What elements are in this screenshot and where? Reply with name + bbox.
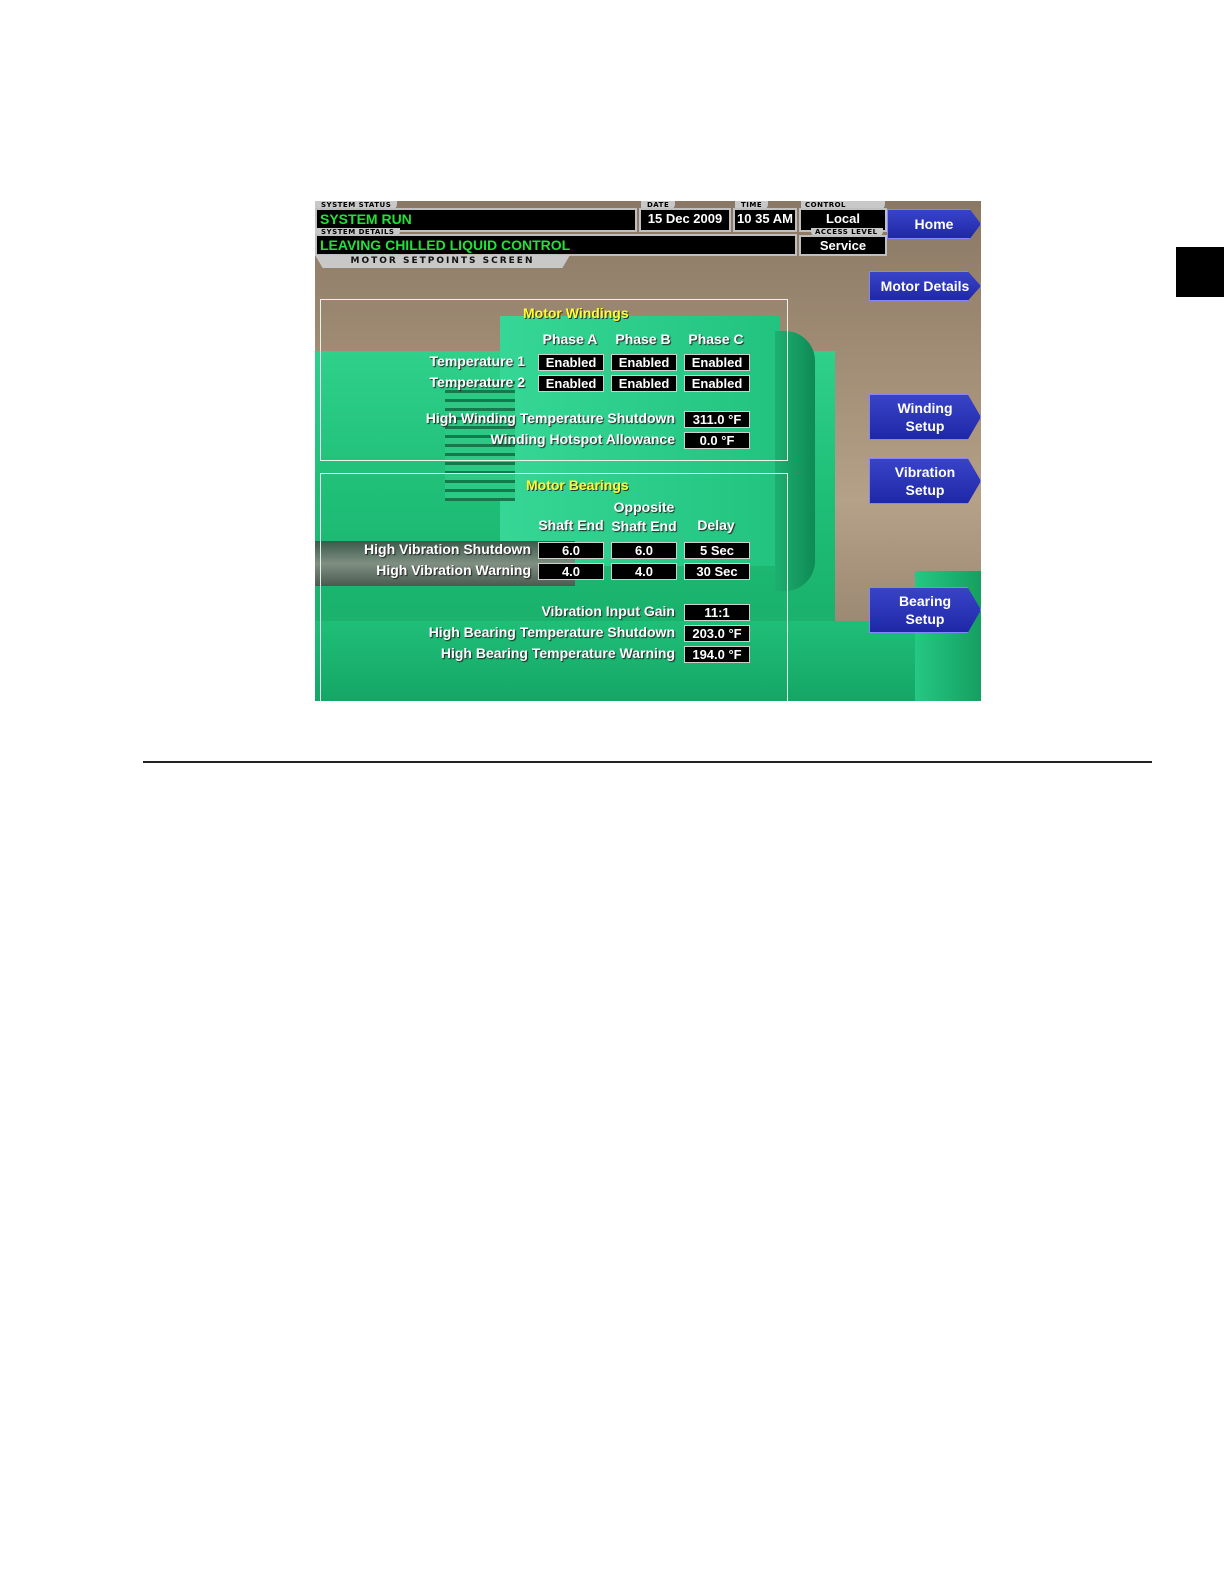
temp1-phase-c-value[interactable]: Enabled — [684, 354, 750, 371]
temperature-2-label: Temperature 2 — [429, 374, 525, 390]
bearing-temp-shutdown-label: High Bearing Temperature Shutdown — [428, 624, 675, 640]
opposite-header-line2: Shaft End — [611, 518, 677, 534]
date-value: 15 Dec 2009 — [647, 211, 723, 226]
access-level-value: Service — [819, 238, 867, 253]
vib-warning-shaft-end-value[interactable]: 4.0 — [538, 563, 604, 580]
vib-warning-delay-value[interactable]: 30 Sec — [684, 563, 750, 580]
bearing-setup-label-1: Bearing — [898, 593, 952, 609]
bearing-setup-button[interactable]: Bearing Setup — [869, 587, 981, 633]
access-level-box: Service — [799, 235, 887, 256]
temp2-phase-b-value[interactable]: Enabled — [611, 375, 677, 392]
bearing-temp-warning-value[interactable]: 194.0 °F — [684, 646, 750, 663]
motor-bearings-panel — [320, 473, 788, 701]
date-box: 15 Dec 2009 — [639, 208, 731, 232]
phase-b-header: Phase B — [615, 331, 671, 347]
winding-shutdown-value[interactable]: 311.0 °F — [684, 411, 750, 428]
hmi-screen: SYSTEM STATUS SYSTEM RUN SYSTEM DETAILS … — [315, 201, 981, 701]
page-divider — [143, 761, 1152, 763]
winding-hotspot-label: Winding Hotspot Allowance — [490, 431, 675, 447]
motor-windings-title: Motor Windings — [523, 305, 629, 321]
winding-setup-label-1: Winding — [897, 400, 953, 416]
winding-shutdown-label: High Winding Temperature Shutdown — [425, 410, 675, 426]
temp2-phase-a-value[interactable]: Enabled — [538, 375, 604, 392]
vibration-setup-button[interactable]: Vibration Setup — [869, 458, 981, 504]
vib-shutdown-delay-value[interactable]: 5 Sec — [684, 542, 750, 559]
time-value: 10 35 AM — [737, 211, 793, 226]
winding-hotspot-value[interactable]: 0.0 °F — [684, 432, 750, 449]
phase-a-header: Phase A — [542, 331, 598, 347]
motor-details-button[interactable]: Motor Details — [869, 271, 981, 301]
vib-warning-opposite-value[interactable]: 4.0 — [611, 563, 677, 580]
time-box: 10 35 AM — [733, 208, 797, 232]
vibration-warning-label: High Vibration Warning — [376, 562, 531, 578]
phase-c-header: Phase C — [688, 331, 744, 347]
vib-shutdown-shaft-end-value[interactable]: 6.0 — [538, 542, 604, 559]
home-button[interactable]: Home — [887, 209, 981, 239]
vib-shutdown-opposite-value[interactable]: 6.0 — [611, 542, 677, 559]
motor-details-button-label: Motor Details — [880, 278, 970, 294]
temp2-phase-c-value[interactable]: Enabled — [684, 375, 750, 392]
bearing-temp-warning-label: High Bearing Temperature Warning — [440, 645, 675, 661]
motor-bearings-title: Motor Bearings — [526, 477, 629, 493]
vibration-setup-label-2: Setup — [905, 482, 945, 498]
system-details-value: LEAVING CHILLED LIQUID CONTROL — [320, 237, 571, 253]
temp1-phase-a-value[interactable]: Enabled — [538, 354, 604, 371]
opposite-header-line1: Opposite — [613, 499, 675, 515]
home-button-label: Home — [914, 216, 954, 232]
vibration-shutdown-label: High Vibration Shutdown — [364, 541, 531, 557]
shaft-end-header: Shaft End — [538, 517, 604, 533]
temp1-phase-b-value[interactable]: Enabled — [611, 354, 677, 371]
temperature-1-label: Temperature 1 — [429, 353, 525, 369]
system-details-box: LEAVING CHILLED LIQUID CONTROL — [315, 234, 797, 256]
vibration-gain-value[interactable]: 11:1 — [684, 604, 750, 621]
control-source-value: Local — [826, 211, 860, 226]
winding-setup-label-2: Setup — [905, 418, 945, 434]
bearing-temp-shutdown-value[interactable]: 203.0 °F — [684, 625, 750, 642]
vibration-setup-label-1: Vibration — [894, 464, 956, 480]
screen-title: MOTOR SETPOINTS SCREEN — [315, 255, 570, 268]
delay-header: Delay — [697, 517, 735, 533]
vibration-gain-label: Vibration Input Gain — [541, 603, 675, 619]
page-side-tab — [1176, 247, 1224, 297]
bearing-setup-label-2: Setup — [905, 611, 945, 627]
system-status-value: SYSTEM RUN — [320, 211, 412, 227]
winding-setup-button[interactable]: Winding Setup — [869, 394, 981, 440]
